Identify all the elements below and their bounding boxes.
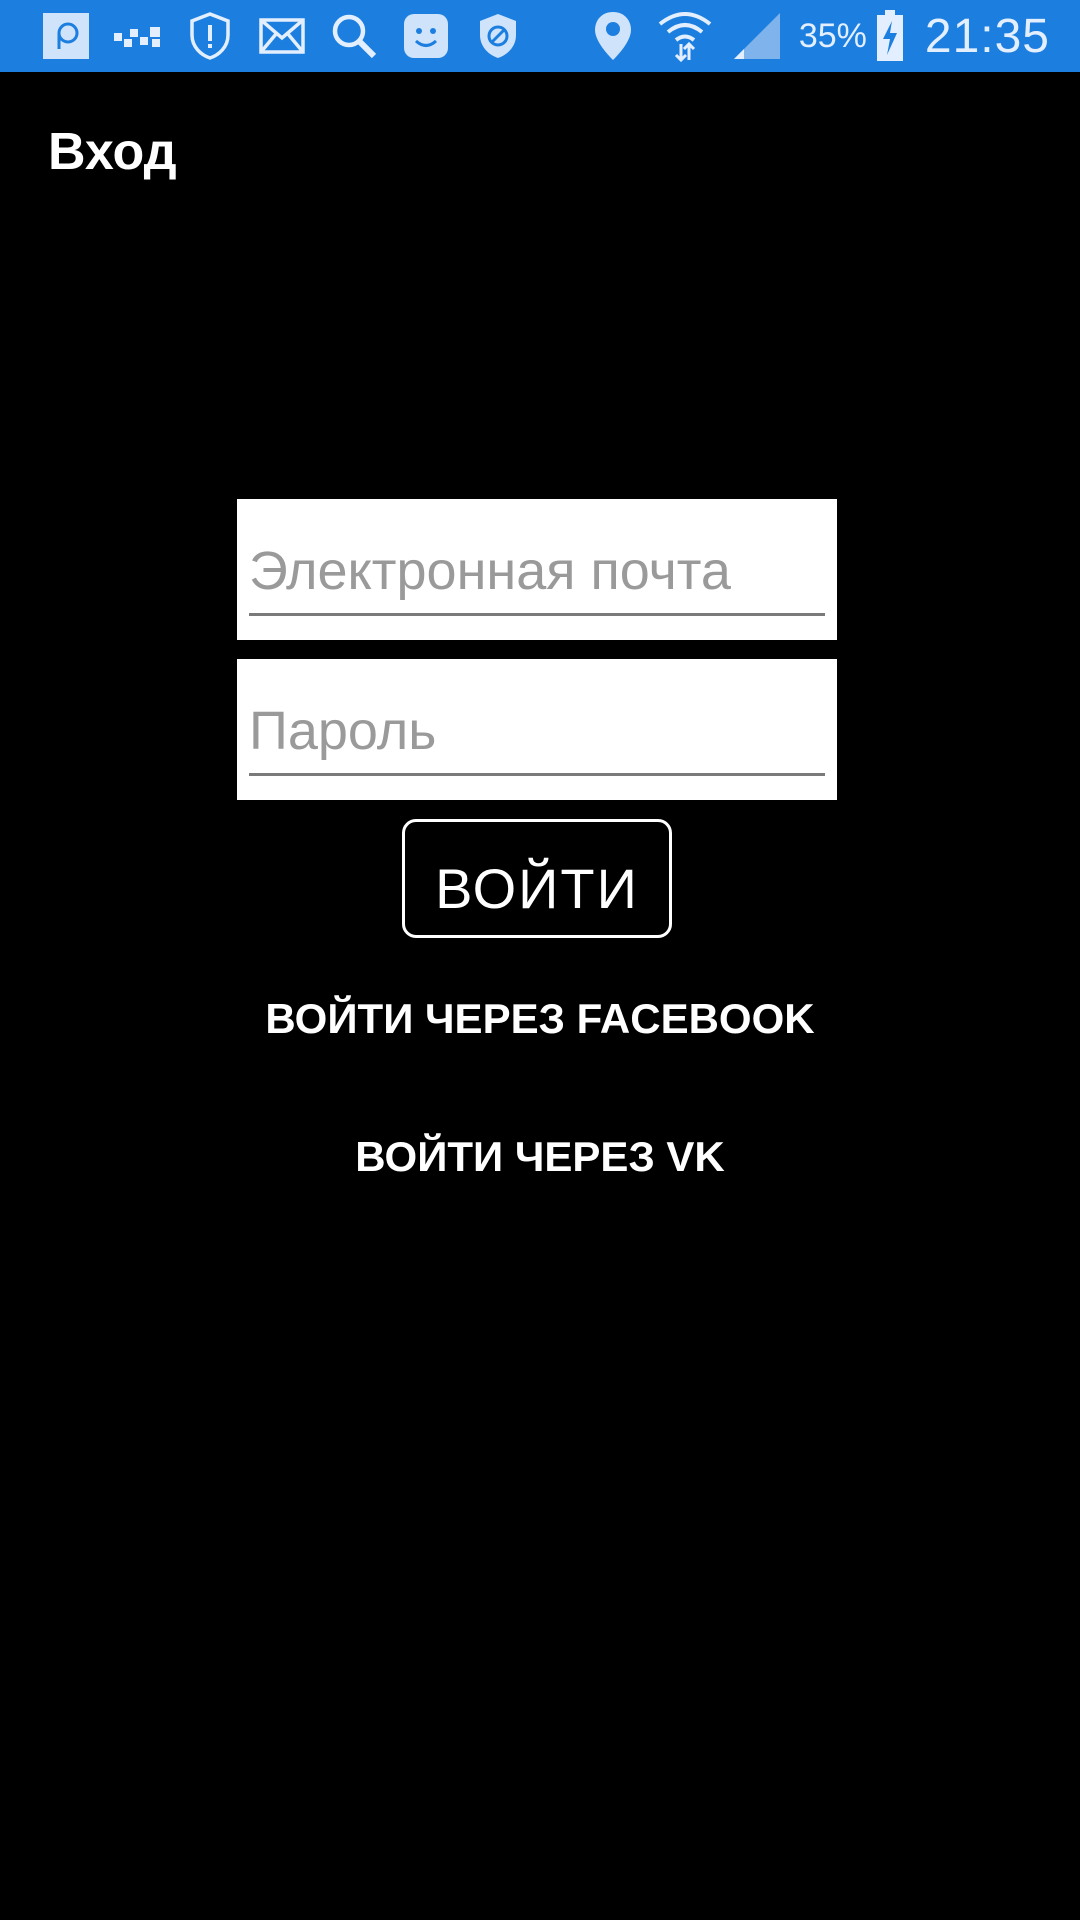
mail-icon [246, 0, 318, 72]
battery-charging-icon [873, 0, 907, 72]
status-bar: 35% 21:35 [0, 0, 1080, 72]
vk-login-button[interactable]: ВОЙТИ ЧЕРЕЗ VK [0, 1133, 1080, 1181]
facebook-login-button[interactable]: ВОЙТИ ЧЕРЕЗ FACEBOOK [0, 995, 1080, 1043]
smiley-icon [390, 0, 462, 72]
email-field-container [237, 499, 837, 640]
password-field-container [237, 659, 837, 800]
clock: 21:35 [924, 9, 1050, 63]
signal-icon [721, 0, 793, 72]
shield-block-icon [462, 0, 534, 72]
app-r-icon [30, 0, 102, 72]
email-field[interactable] [249, 529, 825, 616]
location-icon [577, 0, 649, 72]
shield-alert-icon [174, 0, 246, 72]
login-button-label: ВОЙТИ [435, 857, 639, 920]
page-title: Вход [48, 123, 177, 181]
system-indicators: 35% 21:35 [577, 0, 1050, 72]
search-icon [318, 0, 390, 72]
dots-icon [102, 0, 174, 72]
login-button[interactable]: ВОЙТИ [402, 819, 672, 938]
wifi-icon [649, 0, 721, 72]
battery-percent: 35% [798, 16, 867, 55]
password-field[interactable] [249, 689, 825, 776]
notification-icons [30, 0, 534, 72]
